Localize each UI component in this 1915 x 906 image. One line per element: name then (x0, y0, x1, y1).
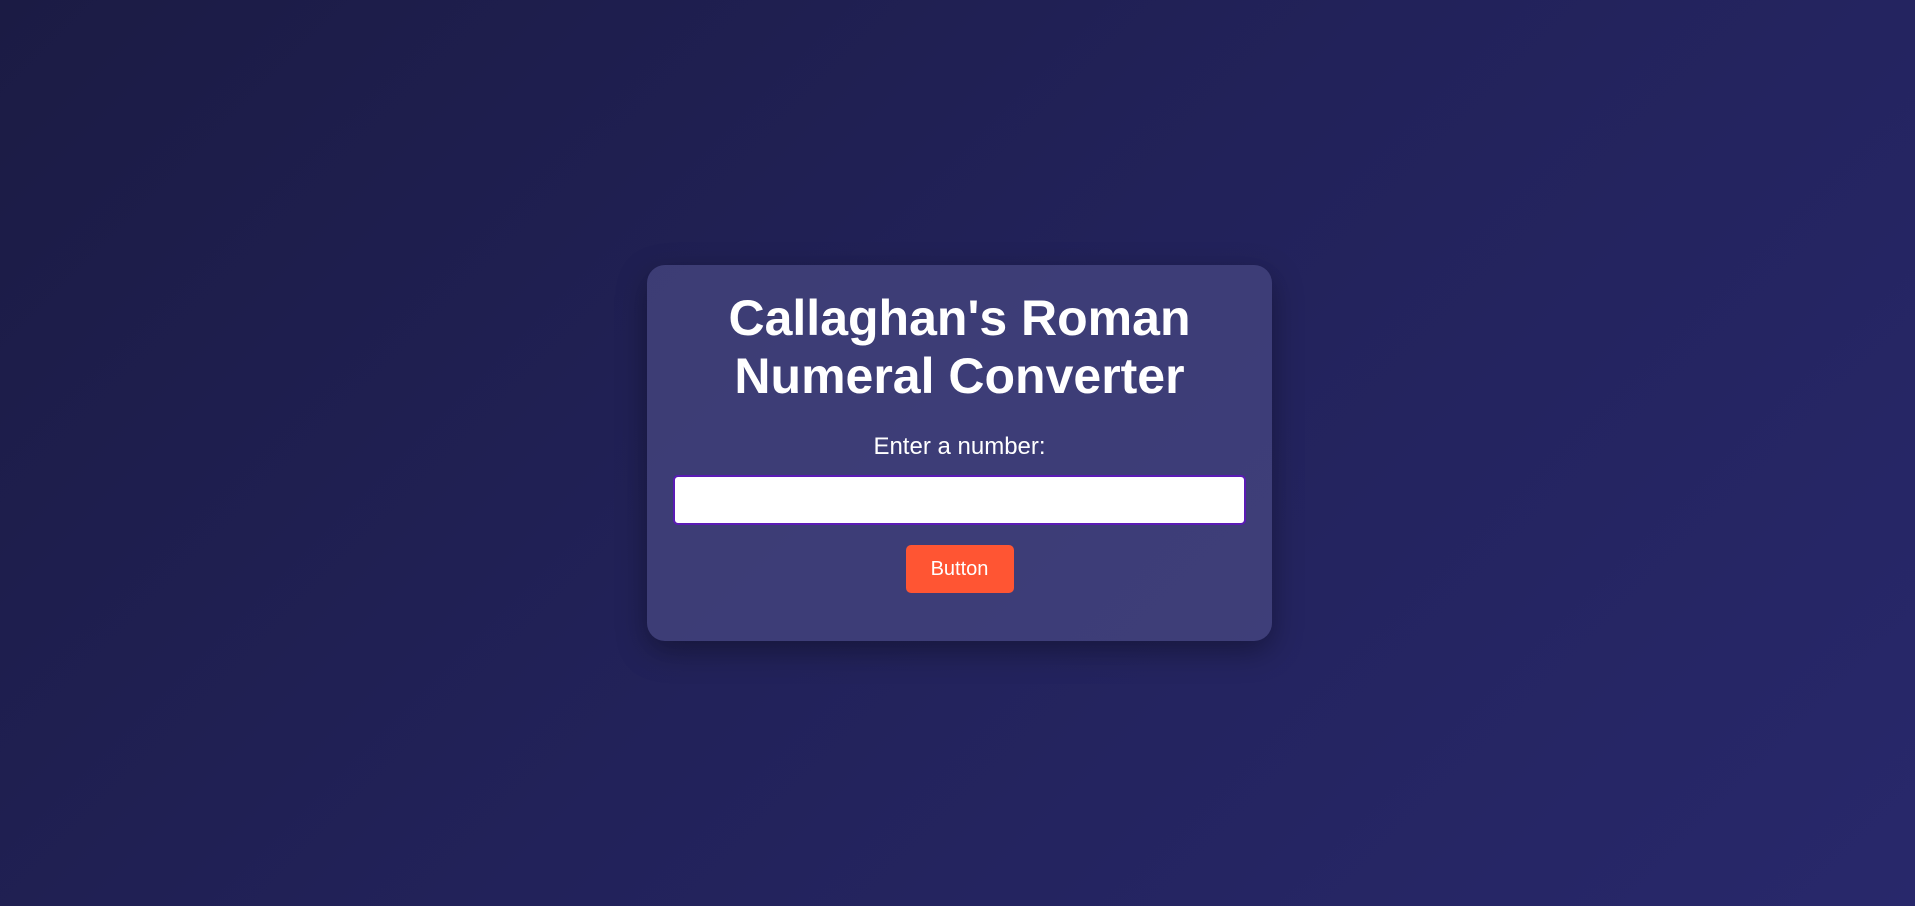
title-line-2: Numeral Converter (734, 348, 1185, 404)
convert-button[interactable]: Button (905, 545, 1014, 593)
title-line-1: Callaghan's Roman (728, 290, 1191, 346)
page-title: Callaghan's Roman Numeral Converter (647, 289, 1272, 405)
converter-card: Callaghan's Roman Numeral Converter Ente… (647, 265, 1272, 641)
number-input[interactable] (673, 475, 1246, 525)
number-label: Enter a number: (873, 433, 1046, 460)
